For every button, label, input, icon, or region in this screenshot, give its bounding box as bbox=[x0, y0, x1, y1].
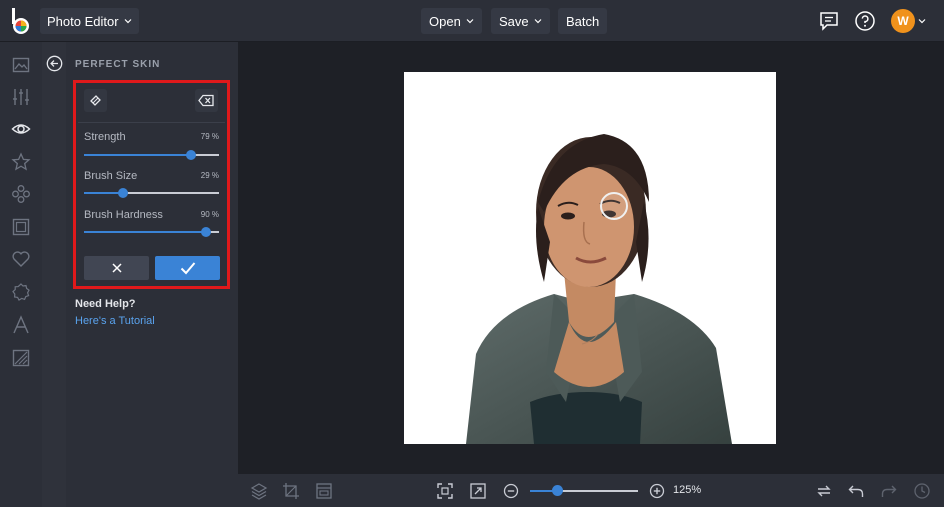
text-icon[interactable] bbox=[11, 315, 31, 335]
tutorial-link[interactable]: Here's a Tutorial bbox=[75, 315, 155, 327]
chevron-down-icon bbox=[466, 19, 474, 24]
befunky-logo[interactable] bbox=[8, 6, 36, 36]
avatar[interactable]: W bbox=[891, 9, 915, 33]
brush-mode-button[interactable] bbox=[84, 89, 107, 112]
zoom-slider[interactable] bbox=[530, 490, 638, 492]
open-label: Open bbox=[429, 13, 461, 29]
strength-slider[interactable] bbox=[84, 154, 219, 156]
frame-icon[interactable] bbox=[11, 217, 31, 237]
zoom-out-icon[interactable] bbox=[502, 482, 520, 500]
photo-preview[interactable] bbox=[404, 72, 776, 444]
strength-label: Strength bbox=[84, 131, 126, 143]
history-icon[interactable] bbox=[913, 482, 931, 500]
brush-hardness-value: 90 % bbox=[200, 210, 219, 219]
apply-button[interactable] bbox=[155, 256, 220, 280]
flip-rotate-icon[interactable] bbox=[815, 482, 833, 500]
brush-hardness-slider[interactable] bbox=[84, 231, 219, 233]
batch-label: Batch bbox=[566, 13, 600, 29]
textures-icon[interactable] bbox=[11, 348, 31, 368]
crop-icon[interactable] bbox=[282, 482, 300, 500]
expand-icon[interactable] bbox=[469, 482, 487, 500]
fit-to-screen-icon[interactable] bbox=[436, 482, 454, 500]
brush-size-value: 29 % bbox=[200, 171, 219, 180]
panel-title: PERFECT SKIN bbox=[75, 59, 161, 70]
redo-icon[interactable] bbox=[880, 482, 898, 500]
save-button[interactable]: Save bbox=[491, 8, 550, 34]
texture-badge-icon[interactable] bbox=[11, 282, 31, 302]
perfect-skin-controls: Strength 79 % Brush Size 29 % Brush Hard… bbox=[78, 85, 225, 284]
chevron-down-icon[interactable] bbox=[918, 17, 926, 25]
checkmark-icon bbox=[180, 262, 195, 275]
brush-size-slider-handle[interactable] bbox=[118, 188, 128, 198]
brush-hardness-label: Brush Hardness bbox=[84, 209, 163, 221]
adjustments-icon[interactable] bbox=[11, 87, 31, 107]
brush-hardness-slider-handle[interactable] bbox=[201, 227, 211, 237]
portrait-image bbox=[466, 134, 732, 444]
backspace-icon bbox=[198, 94, 214, 107]
chevron-down-icon bbox=[124, 19, 131, 24]
image-icon[interactable] bbox=[11, 55, 31, 75]
eraser-brush-icon bbox=[90, 95, 101, 106]
close-icon bbox=[111, 263, 122, 273]
open-button[interactable]: Open bbox=[421, 8, 482, 34]
erase-mode-button[interactable] bbox=[195, 89, 218, 112]
heart-icon[interactable] bbox=[11, 249, 31, 269]
graphics-icon[interactable] bbox=[11, 184, 31, 204]
star-icon[interactable] bbox=[11, 152, 31, 172]
help-heading: Need Help? bbox=[75, 298, 136, 310]
zoom-level: 125% bbox=[673, 484, 702, 496]
eye-icon[interactable] bbox=[11, 119, 31, 139]
batch-button[interactable]: Batch bbox=[558, 8, 608, 34]
app-menu-label: Photo Editor bbox=[47, 13, 119, 29]
chevron-down-icon bbox=[534, 19, 542, 24]
app-menu-button[interactable]: Photo Editor bbox=[40, 8, 139, 34]
strength-value: 79 % bbox=[200, 132, 219, 141]
zoom-slider-handle[interactable] bbox=[552, 485, 563, 496]
brush-size-slider[interactable] bbox=[84, 192, 219, 194]
layers-icon[interactable] bbox=[250, 482, 268, 500]
panel-gutter bbox=[42, 42, 66, 507]
feedback-chat-icon[interactable] bbox=[818, 10, 840, 32]
divider bbox=[78, 122, 225, 123]
back-arrow-icon[interactable] bbox=[46, 55, 63, 72]
top-toolbar: Photo Editor Open Save Batch W bbox=[0, 0, 944, 42]
undo-icon[interactable] bbox=[847, 482, 865, 500]
strength-slider-handle[interactable] bbox=[186, 150, 196, 160]
tool-category-rail bbox=[0, 42, 42, 507]
layout-icon[interactable] bbox=[315, 482, 333, 500]
save-label: Save bbox=[499, 13, 529, 29]
zoom-in-icon[interactable] bbox=[648, 482, 666, 500]
brush-size-label: Brush Size bbox=[84, 170, 138, 182]
cancel-button[interactable] bbox=[84, 256, 149, 280]
help-icon[interactable] bbox=[854, 10, 876, 32]
